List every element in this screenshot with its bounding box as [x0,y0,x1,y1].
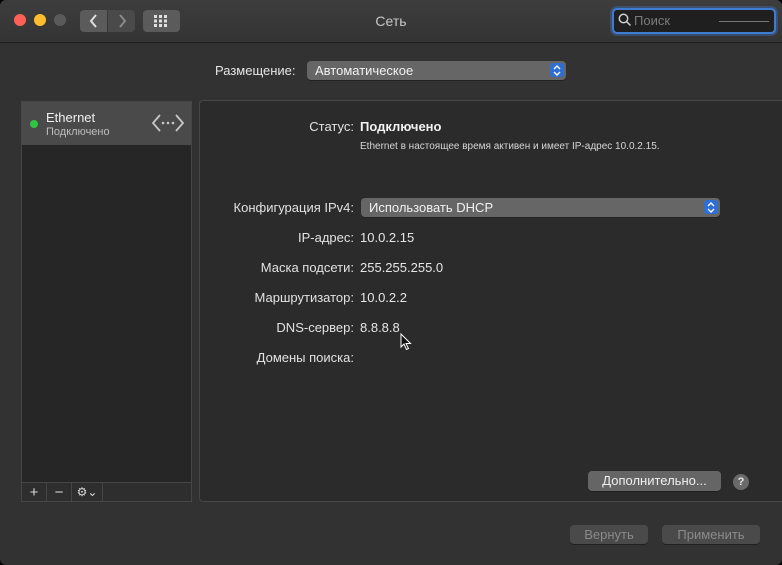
status-description: Ethernet в настоящее время активен и име… [360,141,660,152]
ethernet-icon [152,114,184,132]
service-list[interactable]: Ethernet Подключено [21,101,192,502]
apply-button[interactable]: Применить [662,525,760,544]
search-field[interactable]: Поиск [612,8,776,34]
location-popup[interactable]: Автоматическое [307,61,566,80]
add-service-button[interactable]: + [22,483,47,501]
search-domains-label: Домены поиска: [256,350,354,365]
remove-service-button[interactable]: − [47,483,72,501]
location-value: Автоматическое [315,63,414,78]
dns-server-value[interactable]: 8.8.8.8 [360,320,400,335]
revert-button[interactable]: Вернуть [570,525,648,544]
advanced-button[interactable]: Дополнительно... [588,471,721,491]
help-button[interactable]: ? [733,474,749,490]
router-label: Маршрутизатор: [254,290,354,305]
service-name: Ethernet [46,110,96,125]
service-list-toolbar: + − ⚙⌄ [21,482,192,502]
ipv4-config-value: Использовать DHCP [369,200,494,215]
router-value: 10.0.2.2 [360,290,407,305]
ip-address-label: IP-адрес: [298,230,354,245]
popup-stepper-icon [704,200,718,214]
titlebar: Сеть Поиск [0,0,782,43]
network-preferences-window: Сеть Поиск Размещение: Автоматическое Et… [0,0,782,565]
ipv4-config-popup[interactable]: Использовать DHCP [361,198,720,217]
search-icon [618,13,632,27]
search-underline [719,21,769,22]
subnet-mask-label: Маска подсети: [260,260,354,275]
connected-status-dot [30,120,38,128]
subnet-mask-value: 255.255.255.0 [360,260,444,275]
status-label: Статус: [309,119,354,134]
mouse-pointer-icon [400,333,412,351]
dns-server-label: DNS-сервер: [276,320,354,335]
service-status: Подключено [46,126,110,138]
service-item-ethernet[interactable]: Ethernet Подключено [22,102,191,145]
status-value: Подключено [360,119,442,134]
action-gear-button[interactable]: ⚙⌄ [72,483,103,501]
ip-address-value: 10.0.2.15 [360,230,415,245]
search-placeholder: Поиск [634,13,671,28]
ipv4-config-label: Конфигурация IPv4: [233,200,354,215]
location-label: Размещение: [215,63,296,78]
popup-stepper-icon [550,63,564,77]
